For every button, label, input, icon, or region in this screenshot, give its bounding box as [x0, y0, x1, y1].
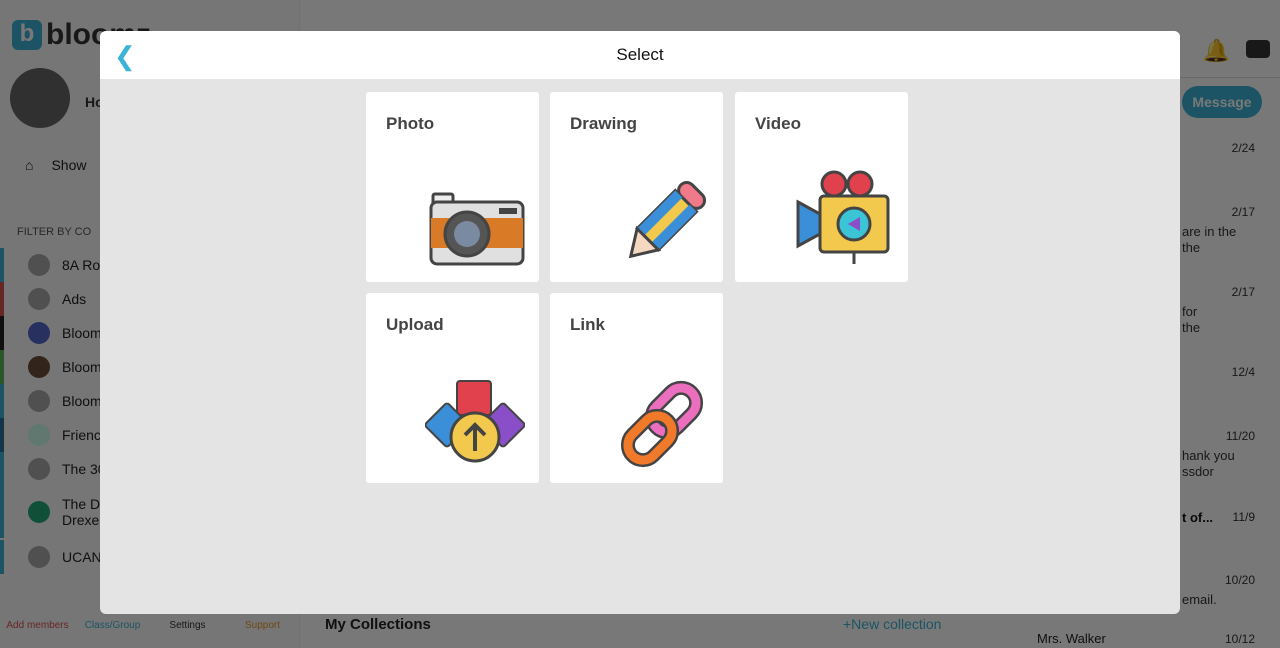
community-avatar-icon: [28, 322, 50, 344]
chat-icon[interactable]: [1246, 40, 1270, 58]
contact-name[interactable]: Mrs. Walker: [1037, 631, 1106, 646]
message-date: 11/9: [1232, 510, 1255, 524]
building-icon: [28, 254, 50, 276]
option-drawing[interactable]: Drawing: [550, 92, 723, 282]
show-label: Show: [51, 157, 87, 173]
option-link[interactable]: Link: [550, 293, 723, 483]
message-preview[interactable]: t of...: [1182, 510, 1213, 526]
message-date: 2/17: [1231, 205, 1255, 219]
option-upload[interactable]: Upload: [366, 293, 539, 483]
message-preview[interactable]: are in the: [1182, 224, 1236, 240]
message-button[interactable]: Message: [1182, 86, 1262, 118]
option-label: Drawing: [570, 114, 638, 133]
message-preview[interactable]: ssdor: [1182, 464, 1214, 480]
option-video[interactable]: Video: [735, 92, 908, 282]
filter-heading: FILTER BY CO: [17, 226, 92, 238]
building-icon: [28, 458, 50, 480]
bloomz-icon: [28, 424, 50, 446]
avatar[interactable]: [10, 68, 70, 128]
message-date: 12/4: [1231, 365, 1255, 379]
message-preview[interactable]: the: [1182, 320, 1200, 336]
home-icon: ⌂: [25, 157, 34, 173]
chevron-left-icon[interactable]: ❮: [114, 41, 136, 72]
option-label: Photo: [386, 114, 435, 133]
message-date: 10/12: [1224, 632, 1255, 646]
add-members-button[interactable]: Add members: [0, 590, 75, 631]
collections-title: My Collections: [325, 616, 431, 633]
modal-title: Select: [616, 45, 664, 64]
message-date: 11/20: [1225, 429, 1255, 443]
community-label: Bloom: [62, 359, 102, 375]
community-label: Bloom: [62, 325, 102, 341]
community-label: 8A Ro: [62, 257, 101, 273]
option-label: Upload: [386, 315, 444, 334]
community-label: Bloom: [62, 393, 102, 409]
community-label: UCAN: [62, 549, 102, 565]
new-collection-link[interactable]: +New collection: [843, 616, 941, 632]
pencil-icon: [628, 180, 707, 259]
camera-icon: [429, 192, 525, 266]
message-preview[interactable]: email.: [1182, 592, 1217, 608]
building-icon: [28, 288, 50, 310]
message-date: 10/20: [1224, 573, 1255, 587]
link-icon: [620, 380, 704, 468]
show-link[interactable]: ⌂ Show: [25, 157, 87, 173]
building-icon: [28, 546, 50, 568]
option-photo[interactable]: Photo: [366, 92, 539, 282]
community-label: The D Drexe: [62, 496, 101, 528]
video-camera-icon: [796, 170, 890, 264]
message-preview[interactable]: for: [1182, 304, 1197, 320]
option-label: Link: [570, 315, 605, 334]
modal-header: ❮ Select: [100, 31, 1180, 79]
bell-icon[interactable]: 🔔: [1203, 38, 1230, 64]
option-label: Video: [755, 114, 801, 133]
community-label: Ads: [62, 291, 87, 307]
message-date: 2/17: [1231, 285, 1255, 299]
message-preview[interactable]: hank you: [1182, 448, 1235, 464]
select-modal: ❮ Select Photo Drawing Video Upload Link: [100, 31, 1180, 614]
community-label: Frienc: [62, 427, 101, 443]
community-avatar-icon: [28, 356, 50, 378]
upload-icon: [425, 380, 525, 463]
community-avatar-icon: [28, 501, 50, 523]
building-icon: [28, 390, 50, 412]
message-date: 2/24: [1231, 141, 1255, 155]
message-preview[interactable]: the: [1182, 240, 1200, 256]
